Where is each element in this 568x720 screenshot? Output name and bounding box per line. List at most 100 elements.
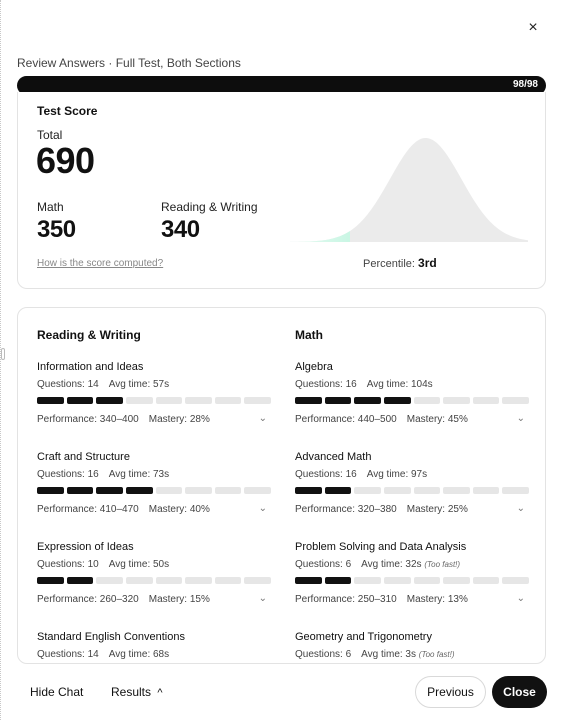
mastery-segment — [66, 487, 94, 494]
mastery-percent: Mastery: 25% — [406, 504, 468, 515]
reading-writing-title: Reading & Writing — [37, 328, 141, 342]
avg-time: Avg time: 50s — [108, 559, 170, 570]
chevron-up-icon: ^ — [157, 687, 163, 699]
domain-name: Advanced Math — [295, 451, 372, 463]
mastery-segment — [214, 397, 242, 404]
avg-time: Avg time: 97s — [366, 469, 428, 480]
progress-count: 98/98 — [512, 79, 538, 90]
mastery-segment — [244, 397, 271, 404]
domain-performance: Performance: 250–310 Mastery: 13% — [295, 594, 468, 605]
domain-meta: Questions: 16 Avg time: 97s — [295, 469, 427, 480]
domain-performance: Performance: 260–320 Mastery: 15% — [37, 594, 210, 605]
domain-item[interactable]: Information and Ideas Questions: 14 Avg ti… — [37, 361, 271, 441]
chevron-down-icon[interactable]: ⌄ — [517, 413, 525, 424]
mastery-segment — [295, 397, 322, 404]
mastery-percent: Mastery: 40% — [148, 504, 210, 515]
mastery-segment — [244, 487, 271, 494]
mastery-segment — [472, 487, 500, 494]
score-heading: Test Score — [37, 104, 98, 118]
domain-item[interactable]: Algebra Questions: 16 Avg time: 104s Perfor… — [295, 361, 529, 441]
domain-name: Expression of Ideas — [37, 541, 134, 553]
mastery-segment — [354, 577, 381, 584]
domain-item[interactable]: Advanced Math Questions: 16 Avg time: 97s P… — [295, 451, 529, 531]
domain-meta: Questions: 10 Avg time: 50s — [37, 559, 169, 570]
mastery-segment — [383, 487, 411, 494]
performance-range: Performance: 410–470 — [37, 504, 139, 515]
domain-item[interactable]: Craft and Structure Questions: 16 Avg time… — [37, 451, 271, 531]
mastery-segment — [443, 397, 470, 404]
mastery-segment — [185, 487, 212, 494]
mastery-segment — [185, 397, 212, 404]
mastery-segment — [413, 397, 441, 404]
domain-name: Craft and Structure — [37, 451, 130, 463]
distribution-curve — [290, 138, 528, 242]
mastery-segment — [125, 487, 153, 494]
mastery-bar — [37, 577, 271, 584]
mastery-segment — [295, 487, 322, 494]
domain-performance: Performance: 440–500 Mastery: 45% — [295, 414, 468, 425]
performance-range: Performance: 250–310 — [295, 594, 397, 605]
question-count: Questions: 16 — [37, 469, 99, 480]
avg-time: Avg time: 57s — [108, 379, 170, 390]
chevron-down-icon[interactable]: ⌄ — [517, 593, 525, 604]
results-toggle-button[interactable]: Results ^ — [111, 685, 163, 699]
mastery-segment — [413, 487, 441, 494]
question-count: Questions: 10 — [37, 559, 99, 570]
mastery-segment — [185, 577, 212, 584]
avg-time: Avg time: 68s — [108, 649, 170, 660]
rw-score: 340 — [161, 216, 200, 243]
mastery-bar — [37, 397, 271, 404]
avg-time: Avg time: 3s — [361, 649, 416, 660]
percentile-value: 3rd — [418, 256, 437, 270]
resize-handle[interactable] — [1, 348, 5, 360]
close-icon[interactable]: × — [524, 19, 542, 37]
performance-range: Performance: 440–500 — [295, 414, 397, 425]
domain-item[interactable]: Problem Solving and Data Analysis Questio… — [295, 541, 529, 621]
close-button[interactable]: Close — [492, 676, 547, 708]
domain-performance: Performance: 320–380 Mastery: 25% — [295, 504, 468, 515]
mastery-segment — [37, 577, 64, 584]
question-count: Questions: 6 — [295, 559, 352, 570]
mastery-segment — [155, 487, 183, 494]
mastery-segment — [37, 397, 64, 404]
math-score: 350 — [37, 216, 76, 243]
chevron-down-icon[interactable]: ⌄ — [259, 593, 267, 604]
avg-time: Avg time: 104s — [366, 379, 433, 390]
mastery-segment — [214, 487, 242, 494]
mastery-segment — [324, 397, 352, 404]
too-fast-flag: (Too fast!) — [418, 650, 455, 659]
domain-item[interactable]: Standard English Conventions Questions: 1… — [37, 631, 271, 663]
previous-button[interactable]: Previous — [415, 676, 486, 708]
mastery-segment — [354, 397, 381, 404]
domain-name: Geometry and Trigonometry — [295, 631, 432, 643]
domain-meta: Questions: 14 Avg time: 57s — [37, 379, 169, 390]
mastery-bar — [295, 577, 529, 584]
mastery-segment — [125, 577, 153, 584]
score-computation-link[interactable]: How is the score computed? — [37, 258, 163, 269]
mastery-percent: Mastery: 13% — [406, 594, 468, 605]
domain-item[interactable]: Geometry and Trigonometry Questions: 6 Avg… — [295, 631, 529, 663]
domain-meta: Questions: 6 Avg time: 32s (Too fast!) — [295, 559, 460, 570]
hide-chat-button[interactable]: Hide Chat — [30, 685, 83, 699]
domain-meta: Questions: 16 Avg time: 104s — [295, 379, 433, 390]
domain-name: Standard English Conventions — [37, 631, 185, 643]
chevron-down-icon[interactable]: ⌄ — [259, 413, 267, 424]
domain-name: Algebra — [295, 361, 333, 373]
avg-time: Avg time: 73s — [108, 469, 170, 480]
mastery-segment — [96, 577, 123, 584]
domains-card: Reading & Writing Information and Ideas Q… — [17, 307, 546, 664]
mastery-percent: Mastery: 15% — [148, 594, 210, 605]
mastery-segment — [413, 577, 441, 584]
mastery-segment — [125, 397, 153, 404]
mastery-segment — [214, 577, 242, 584]
mastery-segment — [295, 577, 322, 584]
mastery-segment — [96, 487, 123, 494]
performance-range: Performance: 260–320 — [37, 594, 139, 605]
chevron-down-icon[interactable]: ⌄ — [259, 503, 267, 514]
percentile-label: Percentile: — [363, 258, 415, 270]
dialog-title: Review Answers · Full Test, Both Section… — [17, 56, 241, 70]
chevron-down-icon[interactable]: ⌄ — [517, 503, 525, 514]
mastery-segment — [155, 397, 183, 404]
mastery-bar — [295, 487, 529, 494]
domain-item[interactable]: Expression of Ideas Questions: 10 Avg time… — [37, 541, 271, 621]
